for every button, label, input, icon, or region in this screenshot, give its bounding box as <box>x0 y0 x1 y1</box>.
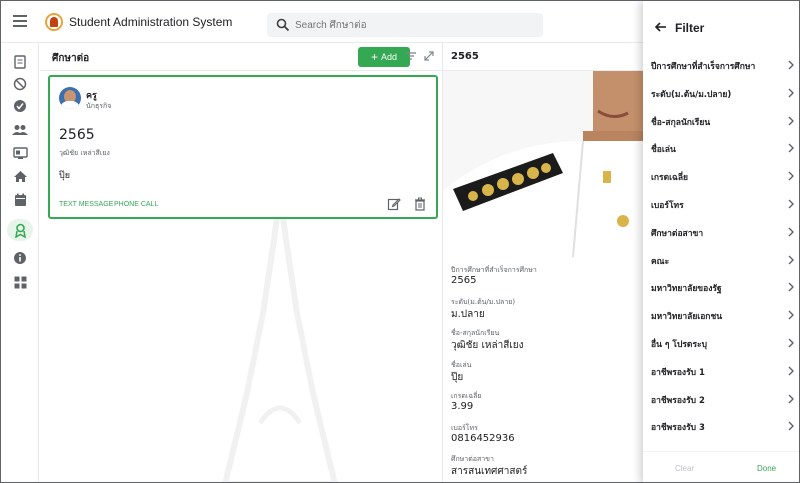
detail-header-year: 2565 <box>451 51 479 62</box>
chevron-right-icon <box>788 394 794 404</box>
list-header: ศึกษาต่อ + Add <box>40 43 442 71</box>
done-button[interactable]: Done <box>757 464 776 473</box>
text-message-button[interactable]: TEXT MESSAGE <box>59 201 113 208</box>
avatar <box>59 87 81 109</box>
document-icon[interactable] <box>11 53 29 71</box>
detail-panel: 2565 ปีการศึกษาที่สำเร็จการศึกษา 2565 ระ… <box>443 43 643 482</box>
people-icon[interactable] <box>11 121 29 139</box>
filter-item-label: มหาวิทยาลัยเอกชน <box>651 312 723 323</box>
detail-field-value: 3.99 <box>451 401 474 412</box>
add-button-label: Add <box>381 52 398 62</box>
plus-icon: + <box>370 50 378 64</box>
filter-item-label: เบอร์โทร <box>651 201 684 211</box>
add-button[interactable]: + Add <box>358 47 410 67</box>
card-role-sub: นักธุรกิจ <box>86 102 112 110</box>
filter-item-label: อื่น ๆ โปรดระบุ <box>651 340 707 350</box>
filter-item[interactable]: เบอร์โทร <box>643 190 799 218</box>
filter-item-label: ปีการศึกษาที่สำเร็จการศึกษา <box>651 62 756 72</box>
edit-icon[interactable] <box>387 197 401 211</box>
app-title: Student Administration System <box>69 15 233 29</box>
check-circle-icon[interactable] <box>11 97 29 115</box>
filter-item[interactable]: คณะ <box>643 246 799 274</box>
app-logo <box>45 13 63 31</box>
card-role: ครู <box>86 91 97 101</box>
detail-field-value: 0816452936 <box>451 432 515 444</box>
filter-item-label: ระดับ(ม.ต้น/ม.ปลาย) <box>651 89 732 100</box>
list-title: ศึกษาต่อ <box>52 53 90 64</box>
watermark-logo <box>222 193 338 482</box>
detail-field-value: ม.ปลาย <box>451 308 485 320</box>
chevron-right-icon <box>788 421 794 431</box>
filter-item-label: ชื่อ-สกุลนักเรียน <box>651 117 711 128</box>
filter-item[interactable]: ปีการศึกษาที่สำเร็จการศึกษา <box>643 51 799 79</box>
chevron-right-icon <box>788 255 794 265</box>
calendar-icon[interactable] <box>11 191 29 209</box>
card-year: 2565 <box>59 127 95 143</box>
chevron-right-icon <box>788 366 794 376</box>
chevron-right-icon <box>788 199 794 209</box>
chevron-right-icon <box>788 88 794 98</box>
filter-title: Filter <box>675 21 705 35</box>
search-bar[interactable] <box>267 13 543 37</box>
filter-item[interactable]: อาชีพรองรับ 1 <box>643 357 799 385</box>
chevron-right-icon <box>788 60 794 70</box>
filter-item[interactable]: อาชีพรองรับ 3 <box>643 412 799 440</box>
chevron-right-icon <box>788 227 794 237</box>
filter-item-label: ศึกษาต่อสาขา <box>651 228 704 239</box>
id-card-icon[interactable] <box>11 144 29 162</box>
filter-item[interactable]: มหาวิทยาลัยของรัฐ <box>643 273 799 301</box>
nav-rail <box>1 43 39 482</box>
filter-item[interactable]: ระดับ(ม.ต้น/ม.ปลาย) <box>643 79 799 107</box>
grid-icon[interactable] <box>11 273 29 291</box>
filter-item[interactable]: อื่น ๆ โปรดระบุ <box>643 329 799 357</box>
chevron-right-icon <box>788 310 794 320</box>
filter-item[interactable]: ชื่อ-สกุลนักเรียน <box>643 107 799 135</box>
filter-item-label: อาชีพรองรับ 3 <box>651 423 705 434</box>
drawer-footer: Clear Done <box>643 451 799 482</box>
app-frame: Student Administration System Search ศึก… <box>0 0 800 483</box>
filter-item[interactable]: อาชีพรองรับ 2 <box>643 385 799 413</box>
detail-field-value: ปุ๊ย <box>451 371 464 383</box>
filter-item[interactable]: เกรดเฉลี่ย <box>643 162 799 190</box>
filter-icon[interactable] <box>404 49 418 63</box>
chevron-right-icon <box>788 143 794 153</box>
chevron-right-icon <box>788 116 794 126</box>
graduation-icon[interactable] <box>7 219 33 241</box>
detail-header: 2565 <box>443 43 643 71</box>
chevron-right-icon <box>788 282 794 292</box>
card-student-name: วุฒิชัย เหล่าสีเยง <box>59 149 110 157</box>
student-photo <box>443 71 643 257</box>
filter-item[interactable]: ชื่อเล่น <box>643 134 799 162</box>
clear-button[interactable]: Clear <box>675 464 694 473</box>
card-nickname: ปุ๊ย <box>59 171 70 181</box>
back-arrow-icon[interactable] <box>653 19 669 35</box>
search-icon <box>276 18 290 32</box>
filter-item-label: เกรดเฉลี่ย <box>651 173 689 184</box>
chevron-right-icon <box>788 171 794 181</box>
menu-icon[interactable] <box>13 15 27 27</box>
home-icon[interactable] <box>11 167 29 185</box>
filter-item-label: มหาวิทยาลัยของรัฐ <box>651 284 722 295</box>
chevron-right-icon <box>788 338 794 348</box>
expand-icon[interactable] <box>422 49 436 63</box>
filter-item-label: อาชีพรองรับ 2 <box>651 395 705 406</box>
info-icon[interactable] <box>11 249 29 267</box>
detail-field-value: 2565 <box>451 275 477 286</box>
delete-icon[interactable] <box>413 197 427 211</box>
filter-item-label: ชื่อเล่น <box>651 145 676 156</box>
list-panel: ศึกษาต่อ + Add ครู นักธุรกิจ 2565 วุฒิชั… <box>40 43 443 482</box>
block-icon[interactable] <box>11 75 29 93</box>
filter-item-label: อาชีพรองรับ 1 <box>651 367 705 378</box>
search-input[interactable] <box>295 16 535 34</box>
phone-call-button[interactable]: PHONE CALL <box>114 201 158 208</box>
student-card[interactable]: ครู นักธุรกิจ 2565 วุฒิชัย เหล่าสีเยง ปุ… <box>48 75 438 219</box>
detail-field-value: สารสนเทศศาสตร์ <box>451 466 528 477</box>
filter-item[interactable]: มหาวิทยาลัยเอกชน <box>643 301 799 329</box>
filter-item-label: คณะ <box>651 256 670 267</box>
filter-item[interactable]: ศึกษาต่อสาขา <box>643 218 799 246</box>
detail-field-value: วุฒิชัย เหล่าสีเยง <box>451 340 524 351</box>
filter-drawer: Filter ปีการศึกษาที่สำเร็จการศึกษาระดับ(… <box>643 1 799 482</box>
